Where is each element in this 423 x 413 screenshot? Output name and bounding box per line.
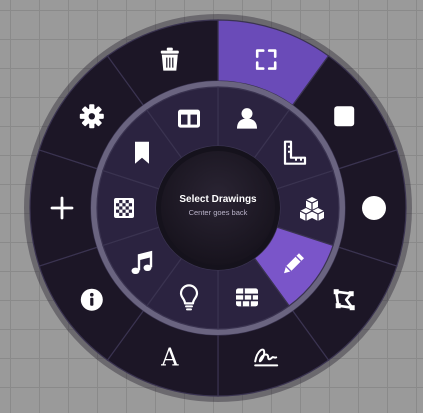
two-column-layout-icon — [178, 109, 200, 128]
outer-item-circle[interactable] — [338, 149, 407, 267]
radial-menu-stage: A Select Drawings Center goes back — [0, 0, 423, 413]
filled-square-icon — [334, 106, 355, 127]
outer-item-add[interactable] — [29, 149, 98, 267]
checker-pattern-icon — [114, 198, 134, 218]
gear-icon — [79, 104, 104, 129]
trash-icon — [160, 47, 179, 71]
info-circle-icon — [80, 288, 103, 311]
center-title: Select Drawings — [179, 194, 257, 205]
center-button[interactable]: Select Drawings Center goes back — [156, 146, 280, 270]
center-subtitle: Center goes back — [189, 208, 248, 217]
radial-menu: A Select Drawings Center goes back — [24, 14, 412, 402]
filled-circle-icon — [362, 196, 386, 220]
brick-wall-icon — [236, 288, 258, 307]
svg-text:A: A — [160, 343, 179, 371]
letter-a-icon: A — [160, 343, 179, 371]
